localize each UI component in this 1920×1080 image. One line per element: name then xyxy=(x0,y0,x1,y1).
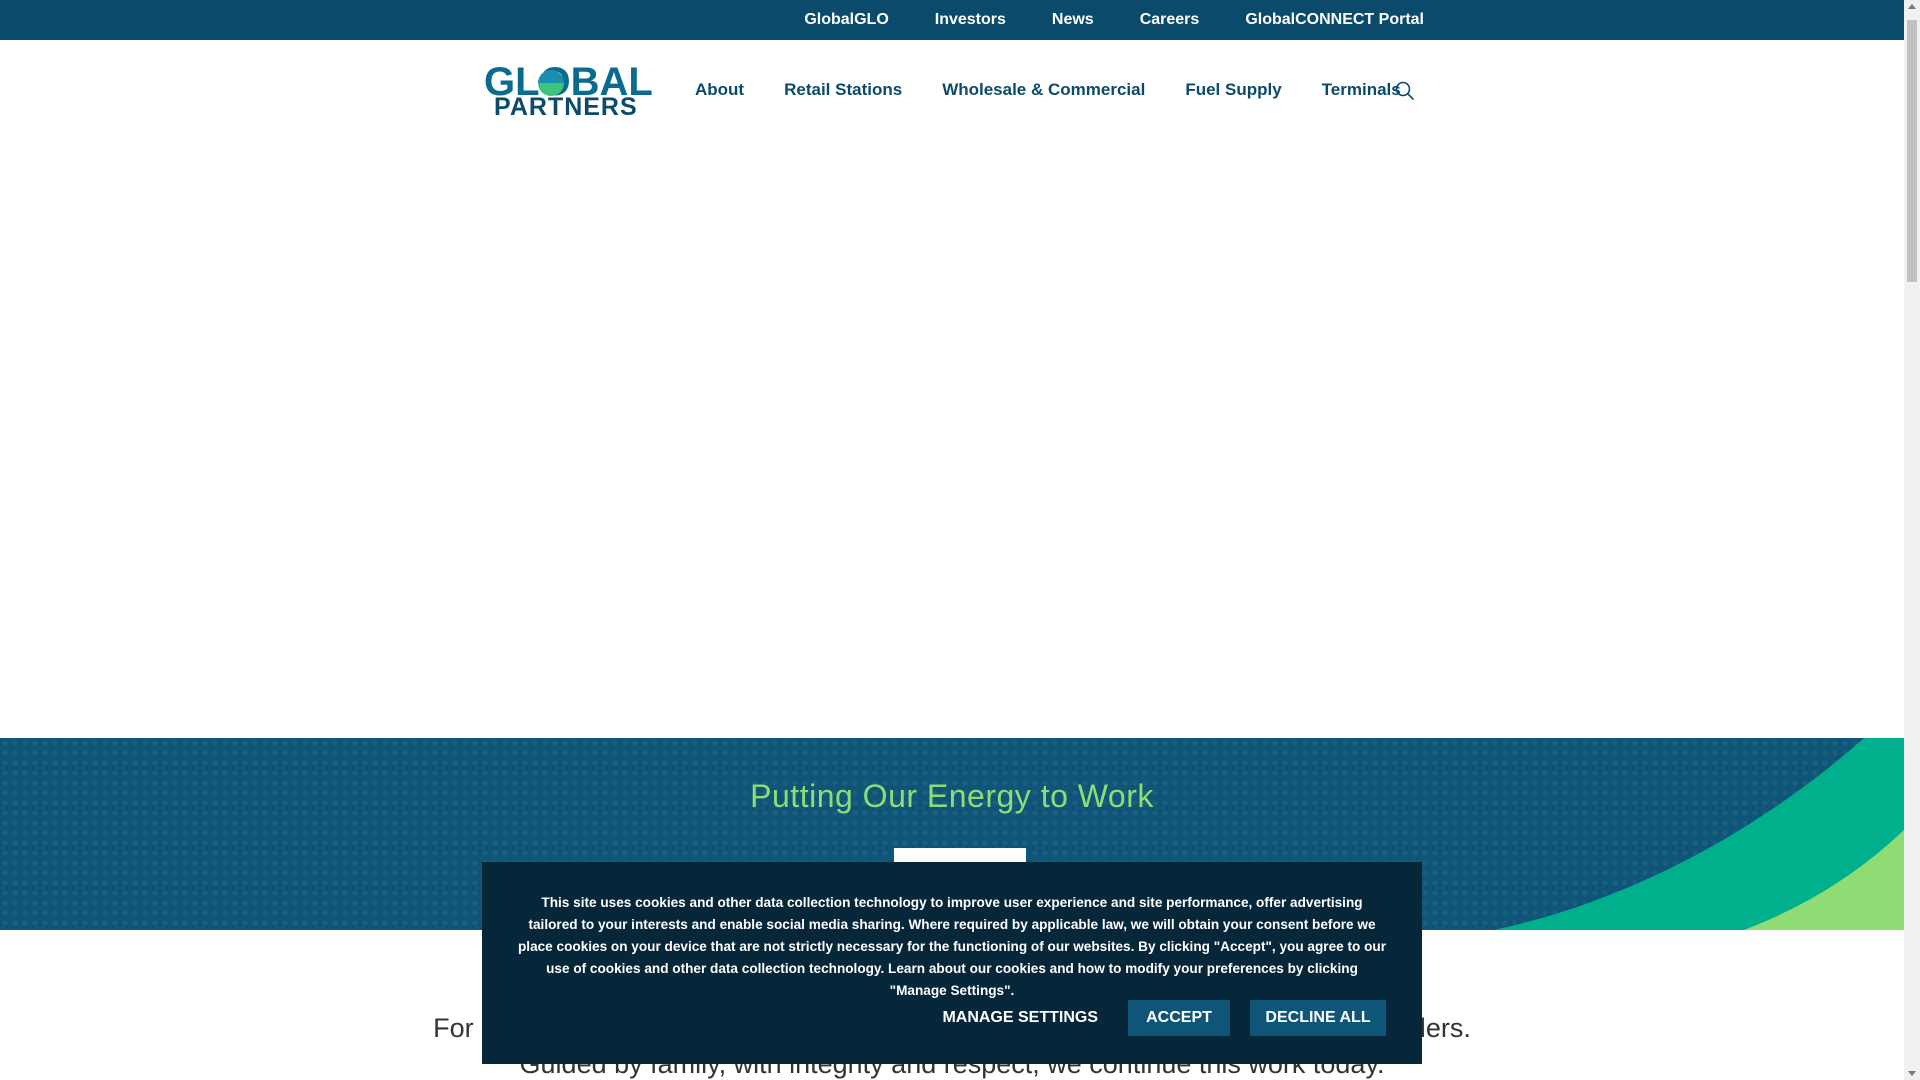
cookie-consent-dialog: This site uses cookies and other data co… xyxy=(482,862,1422,1064)
logo-line-partners: PARTNERS xyxy=(494,93,638,121)
global-partners-logo[interactable]: GLOBAL PARTNERS xyxy=(484,62,653,121)
cookie-actions: MANAGE SETTINGS ACCEPT DECLINE ALL xyxy=(942,1000,1386,1036)
nav-item-about[interactable]: About xyxy=(695,80,744,100)
decline-all-button[interactable]: DECLINE ALL xyxy=(1250,1000,1386,1036)
search-icon[interactable] xyxy=(1394,80,1416,102)
utility-link-globalconnect-portal[interactable]: GlobalCONNECT Portal xyxy=(1245,11,1424,29)
scroll-up-arrow-icon[interactable] xyxy=(1908,4,1916,9)
scroll-thumb[interactable] xyxy=(1907,20,1917,282)
utility-link-careers[interactable]: Careers xyxy=(1140,11,1200,29)
nav-item-wholesale-commercial[interactable]: Wholesale & Commercial xyxy=(942,80,1145,100)
nav-item-terminals[interactable]: Terminals xyxy=(1322,80,1401,100)
page: GlobalGLO Investors News Careers GlobalC… xyxy=(0,0,1920,1080)
nav-item-fuel-supply[interactable]: Fuel Supply xyxy=(1185,80,1281,100)
utility-nav: GlobalGLO Investors News Careers GlobalC… xyxy=(758,0,1424,40)
scroll-down-arrow-icon[interactable] xyxy=(1908,1071,1916,1076)
nav-item-retail-stations[interactable]: Retail Stations xyxy=(784,80,902,100)
banner-title: Putting Our Energy to Work xyxy=(750,778,1154,814)
site-header: GLOBAL PARTNERS About Retail Stations Wh… xyxy=(0,40,1904,140)
page-scrollbar[interactable] xyxy=(1904,0,1920,1080)
cookie-message: This site uses cookies and other data co… xyxy=(517,895,1386,998)
utility-link-investors[interactable]: Investors xyxy=(935,11,1006,29)
main-nav: About Retail Stations Wholesale & Commer… xyxy=(695,40,1441,140)
banner-swoosh-graphic xyxy=(1494,738,1904,930)
hero-area xyxy=(0,140,1904,738)
manage-settings-button[interactable]: MANAGE SETTINGS xyxy=(942,1009,1098,1027)
accept-button[interactable]: ACCEPT xyxy=(1128,1000,1230,1036)
utility-link-news[interactable]: News xyxy=(1052,11,1094,29)
utility-link-globalglo[interactable]: GlobalGLO xyxy=(804,11,888,29)
utility-bar: GlobalGLO Investors News Careers GlobalC… xyxy=(0,0,1904,40)
